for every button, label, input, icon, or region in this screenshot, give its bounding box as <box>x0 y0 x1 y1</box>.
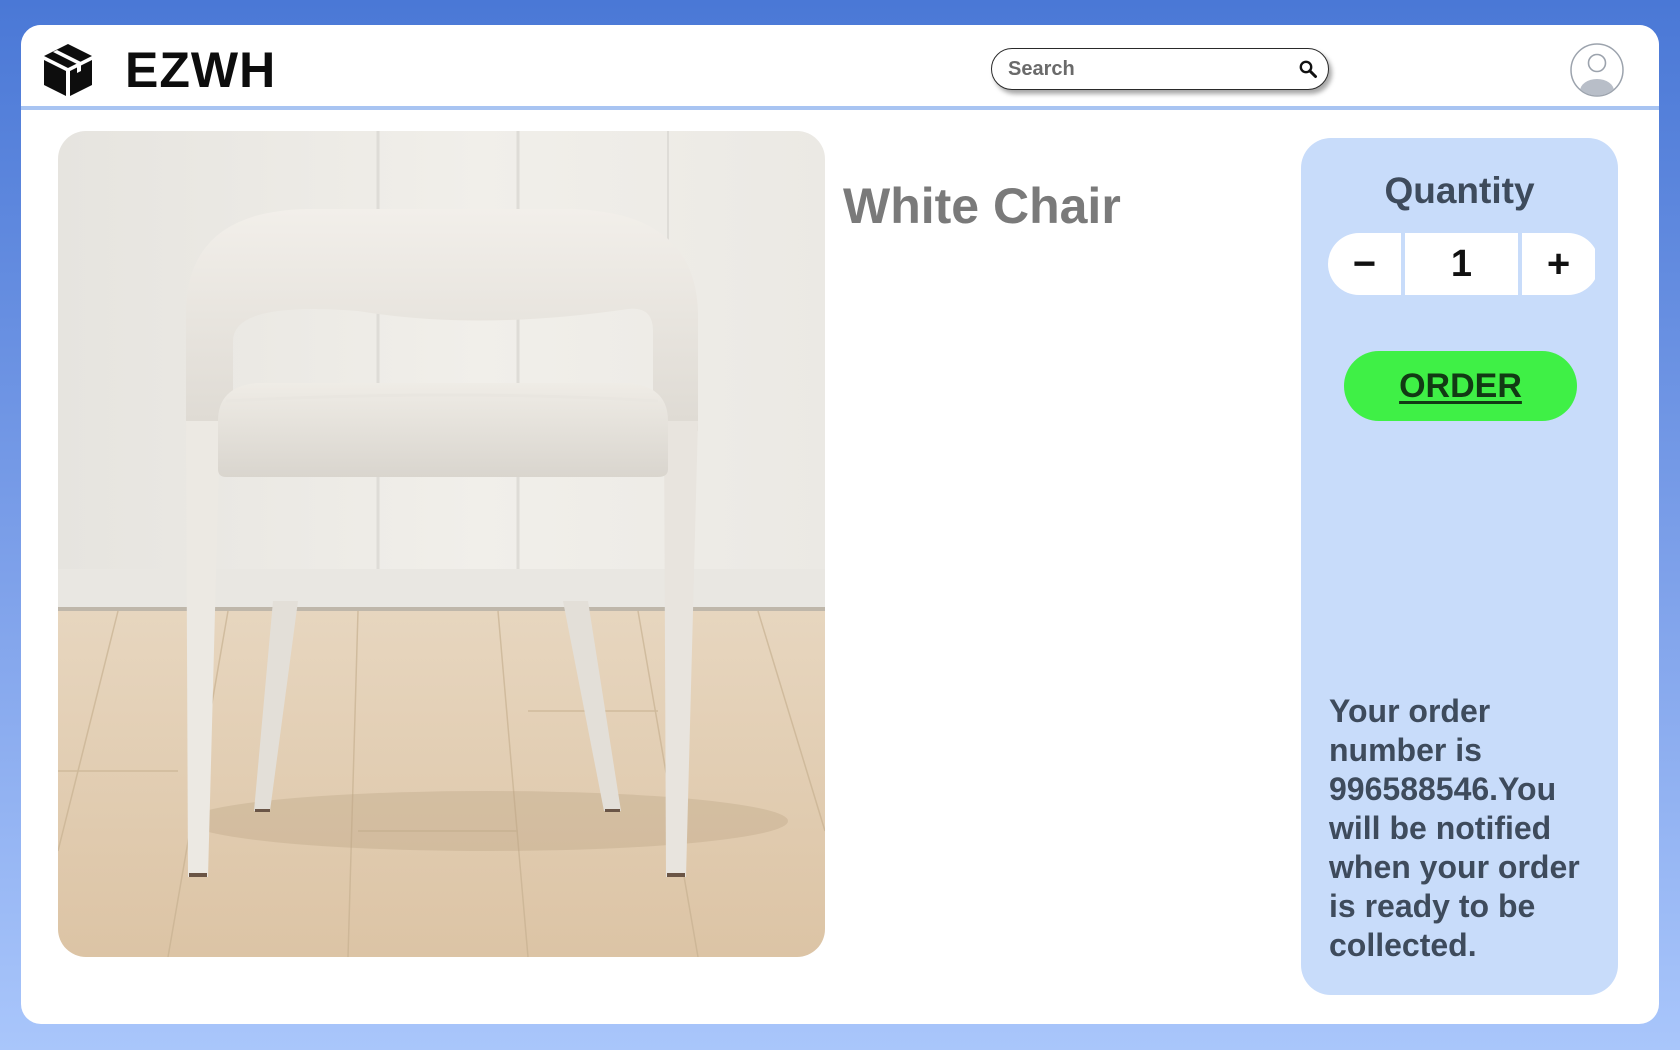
product-title: White Chair <box>843 178 1121 234</box>
search-bar[interactable] <box>991 48 1329 90</box>
brand-name[interactable]: EZWH <box>125 41 276 99</box>
decrement-button[interactable]: − <box>1328 233 1401 295</box>
quantity-value[interactable]: 1 <box>1405 233 1518 295</box>
top-bar: EZWH <box>21 25 1659 106</box>
user-avatar-icon[interactable] <box>1570 43 1624 97</box>
order-button[interactable]: ORDER <box>1344 351 1577 421</box>
box-icon[interactable] <box>40 42 96 98</box>
order-panel: Quantity − 1 + ORDER Your order number i… <box>1301 138 1618 995</box>
order-confirmation-message: Your order number is 996588546.You will … <box>1329 693 1580 963</box>
header-divider <box>21 106 1659 110</box>
quantity-stepper: − 1 + <box>1328 233 1599 295</box>
search-icon[interactable] <box>1298 59 1318 79</box>
quantity-label: Quantity <box>1384 170 1535 211</box>
product-image <box>58 131 825 957</box>
search-input[interactable] <box>1008 55 1288 83</box>
white-chair-photo <box>58 131 825 957</box>
increment-button[interactable]: + <box>1522 233 1595 295</box>
app-window: EZWH Search White Chair Quantity − 1 + O… <box>21 25 1659 1024</box>
